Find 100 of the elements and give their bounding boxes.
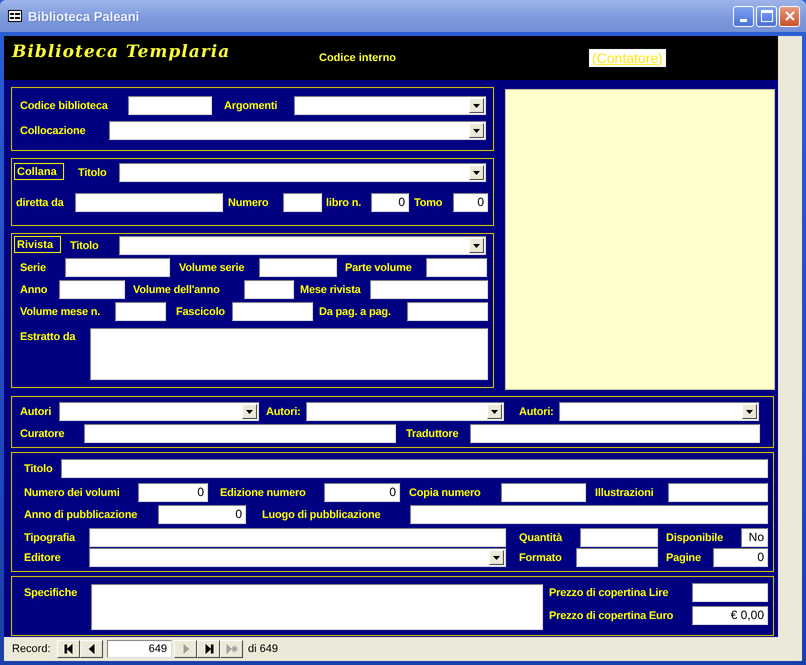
skip-end-icon xyxy=(202,644,214,654)
field-label: Volume serie xyxy=(179,262,246,274)
field-label: Argomenti xyxy=(224,100,278,112)
field-label: Numero xyxy=(228,196,270,208)
input-field[interactable]: No xyxy=(741,528,768,547)
input-field[interactable] xyxy=(692,583,768,602)
record-number-field[interactable]: 649 xyxy=(107,640,172,658)
field-label: Tipografia xyxy=(24,532,76,544)
field-label: Serie xyxy=(20,262,47,274)
field-label: Curatore xyxy=(20,428,66,440)
input-field[interactable] xyxy=(244,280,294,299)
field-label: Specifiche xyxy=(24,587,78,599)
field-label: Traduttore xyxy=(406,428,460,440)
input-field[interactable] xyxy=(426,258,487,277)
dropdown-field[interactable] xyxy=(109,121,486,140)
dropdown-field[interactable] xyxy=(559,402,759,421)
field-label: Disponibile xyxy=(666,532,724,544)
field-label: Tomo xyxy=(414,196,444,208)
dropdown-field[interactable] xyxy=(294,96,486,115)
form-title: Biblioteca Templaria xyxy=(12,42,232,62)
input-field[interactable] xyxy=(65,258,170,277)
input-field[interactable] xyxy=(232,302,313,321)
prev-record-button[interactable] xyxy=(80,640,103,658)
close-button[interactable] xyxy=(779,6,800,26)
input-field[interactable]: 0 xyxy=(138,483,208,502)
input-field[interactable] xyxy=(128,96,212,115)
skip-start-icon xyxy=(62,644,74,654)
group-label: Collana xyxy=(14,162,64,180)
input-field[interactable] xyxy=(84,424,396,443)
input-field[interactable]: 0 xyxy=(371,193,409,212)
field-label: Illustrazioni xyxy=(595,486,655,498)
caret-icon xyxy=(473,170,480,174)
input-field[interactable] xyxy=(501,483,586,502)
text-area[interactable] xyxy=(91,584,543,630)
field-label: Prezzo di copertina Euro xyxy=(549,610,674,622)
input-field[interactable]: 0 xyxy=(453,193,488,212)
field-label: Anno di pubblicazione xyxy=(24,508,138,520)
last-record-button[interactable] xyxy=(197,640,220,658)
dropdown-field[interactable] xyxy=(59,402,259,421)
field-label: Da pag. a pag. xyxy=(319,306,392,318)
input-field[interactable]: 0 xyxy=(324,483,400,502)
code-label: Codice interno xyxy=(319,52,398,64)
input-field[interactable] xyxy=(115,302,166,321)
first-record-button[interactable] xyxy=(57,640,80,658)
input-field[interactable] xyxy=(576,548,658,567)
field-label: Luogo di pubblicazione xyxy=(262,508,382,520)
field-label: Quantità xyxy=(519,532,564,544)
caret-icon xyxy=(246,410,253,414)
field-label: Autori: xyxy=(519,406,555,418)
field-label: Anno xyxy=(20,284,48,296)
field-label: Pagine xyxy=(666,552,702,564)
new-record-icon xyxy=(226,644,238,654)
dropdown-field[interactable] xyxy=(306,402,504,421)
dropdown-field[interactable] xyxy=(119,163,486,182)
maximize-button[interactable] xyxy=(756,6,777,26)
field-label: Numero dei volumi xyxy=(24,486,121,498)
input-field[interactable]: € 0,00 xyxy=(692,606,768,625)
input-field[interactable] xyxy=(580,528,658,547)
field-label: Fascicolo xyxy=(176,306,226,318)
input-field[interactable] xyxy=(75,193,223,212)
input-field[interactable] xyxy=(410,505,768,524)
input-field[interactable] xyxy=(283,193,322,212)
dropdown-field[interactable] xyxy=(119,236,486,255)
input-field[interactable]: 0 xyxy=(713,548,768,567)
field-label: Autori xyxy=(20,406,52,418)
field-label: Copia numero xyxy=(409,486,482,498)
form-icon xyxy=(8,10,22,22)
field-label: Mese rivista xyxy=(300,284,362,296)
field-label: Collocazione xyxy=(20,124,86,136)
minimize-button[interactable] xyxy=(733,6,754,26)
caret-icon xyxy=(473,104,480,108)
field-label: Titolo xyxy=(78,166,108,178)
input-field[interactable] xyxy=(370,280,488,299)
close-icon xyxy=(784,10,796,22)
input-field[interactable] xyxy=(89,528,506,547)
field-label: Titolo xyxy=(70,240,100,252)
input-field[interactable] xyxy=(668,483,768,502)
field-label: Titolo xyxy=(24,462,54,474)
input-field[interactable]: 0 xyxy=(158,505,246,524)
field-label: Estratto da xyxy=(20,331,76,343)
input-field[interactable] xyxy=(259,258,337,277)
record-total: di 649 xyxy=(248,643,278,655)
dropdown-field[interactable] xyxy=(89,548,506,567)
text-area[interactable] xyxy=(90,328,488,380)
field-label: Formato xyxy=(519,552,563,564)
window-title: Biblioteca Paleani xyxy=(28,8,140,24)
caret-icon xyxy=(493,556,500,560)
input-field[interactable] xyxy=(59,280,125,299)
input-field[interactable] xyxy=(407,302,488,321)
field-label: diretta da xyxy=(16,196,65,208)
caret-icon xyxy=(746,410,753,414)
counter-field: (Contatore) xyxy=(589,49,666,67)
field-label: Prezzo di copertina Lire xyxy=(549,586,670,598)
field-label: Volume mese n. xyxy=(20,306,102,318)
input-field[interactable] xyxy=(470,424,760,443)
input-field[interactable] xyxy=(61,459,768,478)
caret-icon xyxy=(473,244,480,248)
record-label: Record: xyxy=(12,643,52,655)
field-label: Parte volume xyxy=(345,262,413,274)
field-label: Autori: xyxy=(266,406,302,418)
